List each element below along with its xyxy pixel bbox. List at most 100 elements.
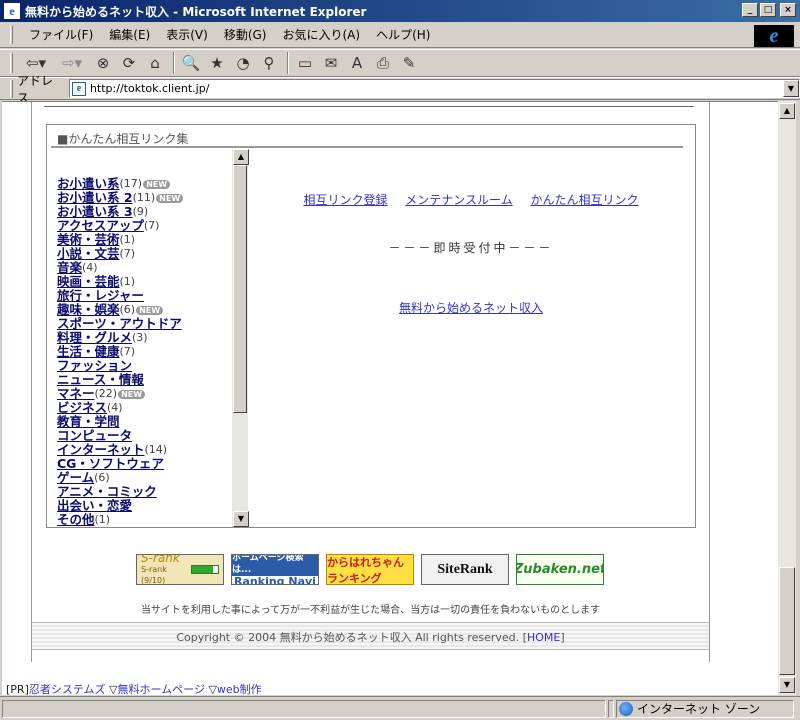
- status-pane: [608, 699, 614, 718]
- category-link[interactable]: 趣味・娯楽: [57, 303, 120, 317]
- pr-link-ninja[interactable]: 忍者システムズ: [29, 683, 106, 695]
- category-link[interactable]: 旅行・レジャー: [57, 289, 144, 303]
- category-link[interactable]: マネー: [57, 387, 95, 401]
- category-scroll-thumb[interactable]: [233, 165, 247, 413]
- menu-help[interactable]: ヘルプ(H): [368, 26, 438, 43]
- srank-banner[interactable]: S-rank S-rank (9/10): [136, 554, 224, 585]
- refresh-icon[interactable]: ⟳: [117, 52, 141, 74]
- new-badge: NEW: [136, 305, 164, 315]
- menu-favorites[interactable]: お気に入り(A): [274, 26, 368, 43]
- category-link[interactable]: ビジネス: [57, 401, 107, 415]
- toolbar-grip[interactable]: [10, 53, 13, 73]
- menu-go[interactable]: 移動(G): [216, 26, 275, 43]
- maintenance-link[interactable]: メンテナンスルーム: [405, 193, 512, 207]
- category-link[interactable]: その他: [57, 513, 95, 527]
- page-scroll-up-icon[interactable]: ▲: [779, 103, 795, 119]
- category-link[interactable]: アクセスアップ: [57, 219, 144, 233]
- window-controls: _ □ ×: [742, 3, 796, 17]
- menu-edit[interactable]: 編集(E): [101, 26, 158, 43]
- menubar-grip[interactable]: [10, 25, 13, 44]
- category-link[interactable]: 美術・芸術: [57, 233, 120, 247]
- category-link[interactable]: ファッション: [57, 359, 132, 373]
- category-item: 出会い・恋愛: [57, 499, 183, 513]
- edit-icon[interactable]: ✎: [397, 52, 421, 74]
- register-link[interactable]: 相互リンク登録: [303, 193, 387, 207]
- menu-file[interactable]: ファイル(F): [21, 26, 101, 43]
- category-count: (1): [119, 275, 136, 288]
- fullscreen-icon[interactable]: ▭: [293, 52, 317, 74]
- category-item: お小遣い系 3 (9): [57, 205, 183, 219]
- stop-icon[interactable]: ⊗: [91, 52, 115, 74]
- site-link[interactable]: 無料から始めるネット収入: [399, 301, 543, 315]
- history-icon[interactable]: ◔: [231, 52, 255, 74]
- category-link[interactable]: ニュース・情報: [57, 373, 144, 387]
- minimize-button[interactable]: _: [742, 3, 758, 17]
- mail-icon[interactable]: ✉: [319, 52, 343, 74]
- category-link[interactable]: 小説・文芸: [57, 247, 120, 261]
- category-count: (4): [82, 261, 98, 274]
- copyright: Copyright © 2004 無料から始めるネット収入 All rights…: [32, 629, 709, 645]
- address-url[interactable]: http://toktok.client.jp/: [90, 82, 209, 95]
- category-link[interactable]: コンピュータ: [57, 429, 132, 443]
- ie-app-icon: e: [4, 3, 20, 19]
- category-link[interactable]: お小遣い系 2: [57, 191, 133, 205]
- pr-line: [PR]忍者システムズ ▽無料ホームページ ▽web制作: [6, 681, 262, 695]
- category-item: 旅行・レジャー: [57, 289, 183, 303]
- category-link[interactable]: 出会い・恋愛: [57, 499, 132, 513]
- pr-link-free-homepage[interactable]: 無料ホームページ: [118, 683, 205, 695]
- category-link[interactable]: お小遣い系: [57, 177, 120, 191]
- category-count: (11): [132, 191, 156, 204]
- home-icon[interactable]: ⌂: [143, 52, 167, 74]
- pr-sep: ▽: [204, 683, 217, 695]
- search-icon[interactable]: 🔍: [179, 52, 203, 74]
- addressbar-grip[interactable]: [10, 79, 13, 98]
- print-icon[interactable]: ⎙: [371, 52, 395, 74]
- category-count: (1): [94, 513, 111, 526]
- category-count: (1): [119, 233, 136, 246]
- karaha-ranking-banner[interactable]: からはれちゃん ランキング: [326, 554, 414, 585]
- zubaken-banner[interactable]: Zubaken.net: [516, 554, 604, 585]
- close-button[interactable]: ×: [780, 3, 796, 17]
- home-link[interactable]: HOME: [527, 631, 560, 644]
- category-count: (22): [94, 387, 118, 400]
- ranking-navi-banner[interactable]: ホームページ検索は... Ranking Navi: [231, 554, 319, 585]
- category-count: (3): [132, 331, 148, 344]
- category-item: 教育・学問: [57, 415, 183, 429]
- category-link[interactable]: 教育・学問: [57, 415, 120, 429]
- menu-view[interactable]: 表示(V): [158, 26, 216, 43]
- category-link[interactable]: 音楽: [57, 261, 82, 275]
- page-scrollbar[interactable]: ▲ ▼: [778, 101, 796, 695]
- category-link[interactable]: CG・ソフトウェア: [57, 457, 164, 471]
- easy-link[interactable]: かんたん相互リンク: [531, 193, 639, 207]
- category-item: 料理・グルメ (3): [57, 331, 183, 345]
- category-item: 美術・芸術 (1): [57, 233, 183, 247]
- address-dropdown-icon[interactable]: ▼: [783, 80, 799, 97]
- category-link[interactable]: ゲーム: [57, 471, 94, 485]
- category-scrollbar[interactable]: ▲ ▼: [232, 149, 249, 527]
- page-scroll-down-icon[interactable]: ▼: [779, 677, 795, 693]
- category-link[interactable]: アニメ・コミック: [57, 485, 157, 499]
- address-input[interactable]: e http://toktok.client.jp/ ▼: [68, 79, 800, 98]
- pr-link-web[interactable]: web制作: [217, 683, 262, 695]
- toolbar-separator: [173, 52, 175, 74]
- favorites-icon[interactable]: ★: [205, 52, 229, 74]
- category-link[interactable]: 生活・健康: [57, 345, 120, 359]
- page-scroll-thumb[interactable]: [779, 567, 795, 675]
- category-frame: お小遣い系 (17) NEW お小遣い系 2 (11) NEW お小遣い系 3 (9) アクセス…: [51, 149, 247, 527]
- category-item: CG・ソフトウェア: [57, 457, 183, 471]
- font-size-icon[interactable]: A: [345, 52, 369, 74]
- channels-icon[interactable]: ⚲: [257, 52, 281, 74]
- pr-sep: ▽: [105, 683, 118, 695]
- maximize-button[interactable]: □: [760, 3, 776, 17]
- category-item: ファッション: [57, 359, 183, 373]
- category-link[interactable]: インターネット: [57, 443, 145, 457]
- category-link[interactable]: スポーツ・アウトドア: [57, 317, 182, 331]
- category-link[interactable]: お小遣い系 3: [57, 205, 133, 219]
- siterank-banner[interactable]: SiteRank: [421, 554, 509, 585]
- category-link[interactable]: 映画・芸能: [57, 275, 120, 289]
- category-count: (7): [119, 345, 136, 358]
- link-collection-box: ■かんたん相互リンク集 お小遣い系 (17) NEW お小遣い系 2 (11) NEW お小…: [46, 124, 696, 528]
- status-bar: インターネット ゾーン: [0, 696, 800, 720]
- category-link[interactable]: 料理・グルメ: [57, 331, 132, 345]
- security-zone: インターネット ゾーン: [616, 699, 794, 718]
